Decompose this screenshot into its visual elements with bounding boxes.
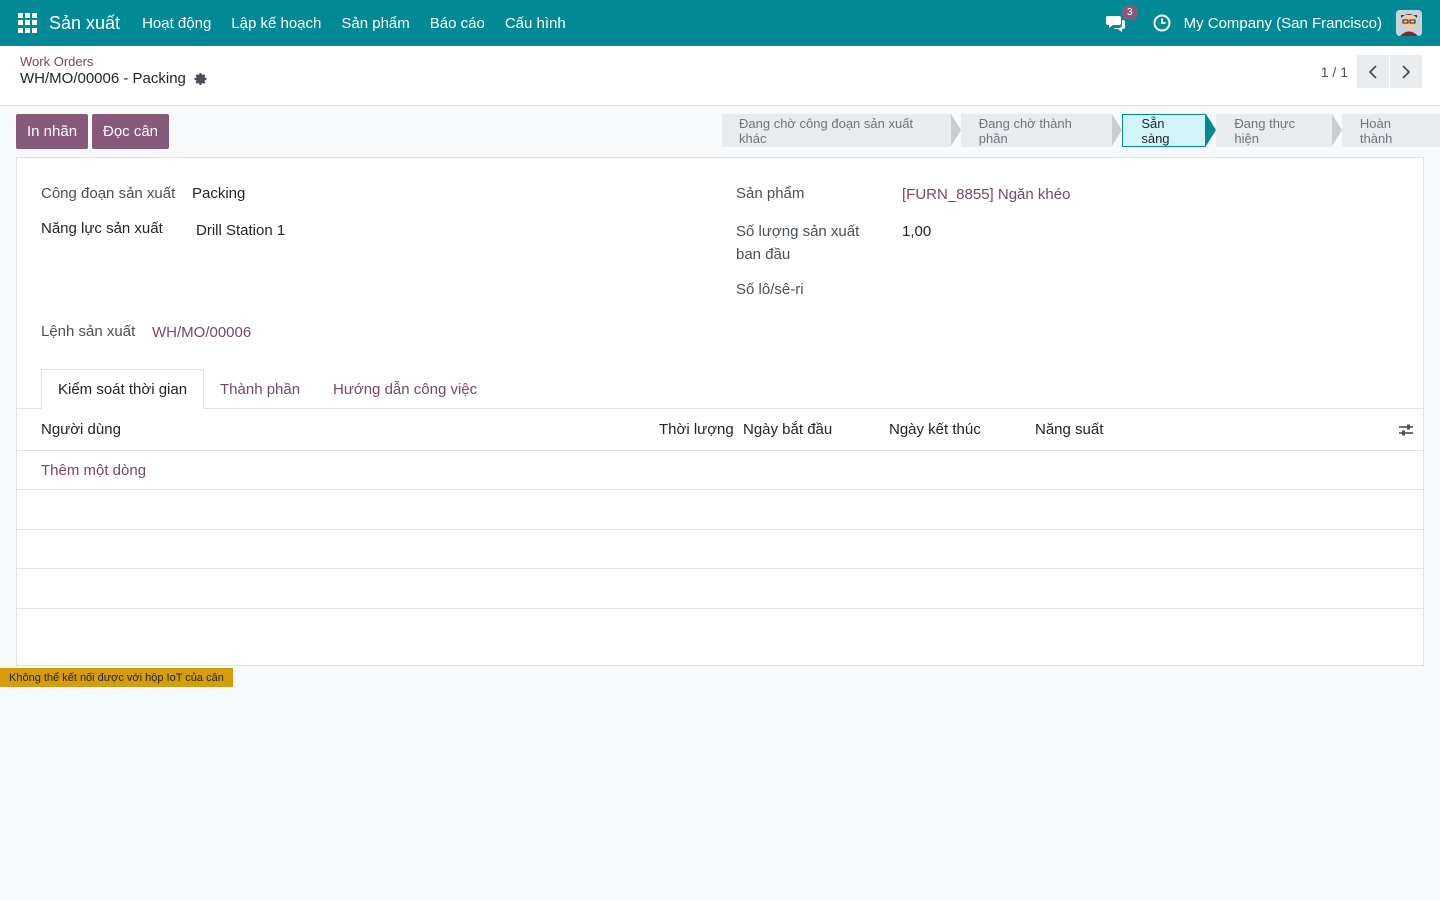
record-title-text: WH/MO/00006 - Packing	[20, 70, 186, 87]
notebook-tabs: Kiểm soát thời gian Thành phần Hướng dẫn…	[17, 369, 1423, 409]
pager-next-button[interactable]	[1390, 55, 1422, 88]
app-name[interactable]: Sản xuất	[49, 13, 120, 34]
status-done[interactable]: Hoàn thành	[1341, 114, 1440, 147]
lot-label: Số lô/sê-ri	[736, 281, 804, 298]
column-user[interactable]: Người dùng	[41, 421, 121, 438]
chevron-right-icon	[1402, 64, 1411, 79]
table-row	[17, 490, 1423, 530]
pager-previous-button[interactable]	[1357, 55, 1389, 88]
status-in-progress[interactable]: Đang thực hiện	[1216, 114, 1332, 147]
table-row	[17, 569, 1423, 609]
qty-label-line1: Số lượng sản xuất	[736, 223, 860, 240]
table-header: Người dùng Thời lượng Ngày bắt đầu Ngày …	[17, 409, 1423, 451]
table-row	[17, 530, 1423, 569]
menu-item-configuration[interactable]: Cấu hình	[495, 15, 576, 32]
activity-button[interactable]	[1152, 13, 1172, 33]
column-settings-icon[interactable]	[1398, 422, 1414, 438]
menu-item-operations[interactable]: Hoạt động	[132, 15, 221, 32]
statusbar: Đang chờ công đoạn sản xuất khác Đang ch…	[722, 114, 1440, 147]
column-productivity[interactable]: Năng suất	[1035, 421, 1103, 438]
tab-work-instructions[interactable]: Hướng dẫn công việc	[317, 369, 493, 409]
mo-label: Lệnh sản xuất	[41, 323, 136, 340]
company-switcher[interactable]: My Company (San Francisco)	[1184, 15, 1382, 32]
status-waiting-components[interactable]: Đang chờ thành phần	[960, 114, 1113, 147]
pager-value[interactable]: 1 / 1	[1321, 64, 1348, 80]
qty-label-line2: ban đầu	[736, 246, 791, 263]
table-row-add: Thêm một dòng	[17, 451, 1423, 490]
tab-components[interactable]: Thành phần	[204, 369, 316, 409]
record-title: WH/MO/00006 - Packing	[20, 70, 208, 87]
status-waiting-other-workorder[interactable]: Đang chờ công đoạn sản xuất khác	[722, 114, 951, 147]
breadcrumb[interactable]: Work Orders	[20, 54, 93, 69]
mo-link[interactable]: WH/MO/00006	[152, 324, 251, 341]
workcenter-value[interactable]: Drill Station 1	[196, 222, 285, 239]
menu-item-products[interactable]: Sản phẩm	[331, 15, 419, 32]
product-link[interactable]: [FURN_8855] Ngăn khéo	[902, 186, 1070, 203]
product-label: Sản phẩm	[736, 185, 805, 202]
tab-time-tracking[interactable]: Kiểm soát thời gian	[41, 369, 205, 409]
pager: 1 / 1	[1321, 55, 1422, 88]
column-duration[interactable]: Thời lượng	[659, 421, 734, 438]
menu-item-reporting[interactable]: Báo cáo	[420, 15, 495, 32]
column-start-date[interactable]: Ngày bắt đầu	[743, 421, 832, 438]
control-panel: Work Orders WH/MO/00006 - Packing 1 / 1	[0, 46, 1440, 106]
print-label-button[interactable]: In nhãn	[16, 114, 89, 149]
menu-item-planning[interactable]: Lập kế hoạch	[221, 15, 331, 32]
top-navbar: Sản xuất Hoạt động Lập kế hoạch Sản phẩm…	[0, 0, 1440, 46]
operation-value[interactable]: Packing	[192, 185, 245, 202]
messaging-button[interactable]: 3	[1104, 5, 1138, 35]
read-scale-button[interactable]: Đọc cân	[92, 114, 170, 149]
workcenter-label: Năng lực sản xuất	[41, 220, 163, 237]
column-end-date[interactable]: Ngày kết thúc	[889, 421, 981, 438]
systray: 3 My Company (San Francisco)	[1104, 0, 1440, 46]
form-sheet: Công đoạn sản xuất Packing Năng lực sản …	[16, 157, 1424, 666]
operation-label: Công đoạn sản xuất	[41, 185, 176, 202]
chevron-left-icon	[1368, 64, 1377, 79]
add-line-link[interactable]: Thêm một dòng	[41, 462, 146, 479]
user-avatar[interactable]	[1396, 10, 1422, 36]
qty-value[interactable]: 1,00	[902, 223, 931, 240]
messages-badge: 3	[1122, 5, 1138, 20]
clock-icon	[1153, 14, 1171, 32]
gear-icon[interactable]	[194, 72, 208, 86]
apps-grid-icon[interactable]	[18, 13, 38, 33]
iot-warning-banner: Không thể kết nối được với hộp IoT của c…	[0, 668, 233, 687]
status-ready[interactable]: Sẵn sàng	[1122, 114, 1207, 147]
